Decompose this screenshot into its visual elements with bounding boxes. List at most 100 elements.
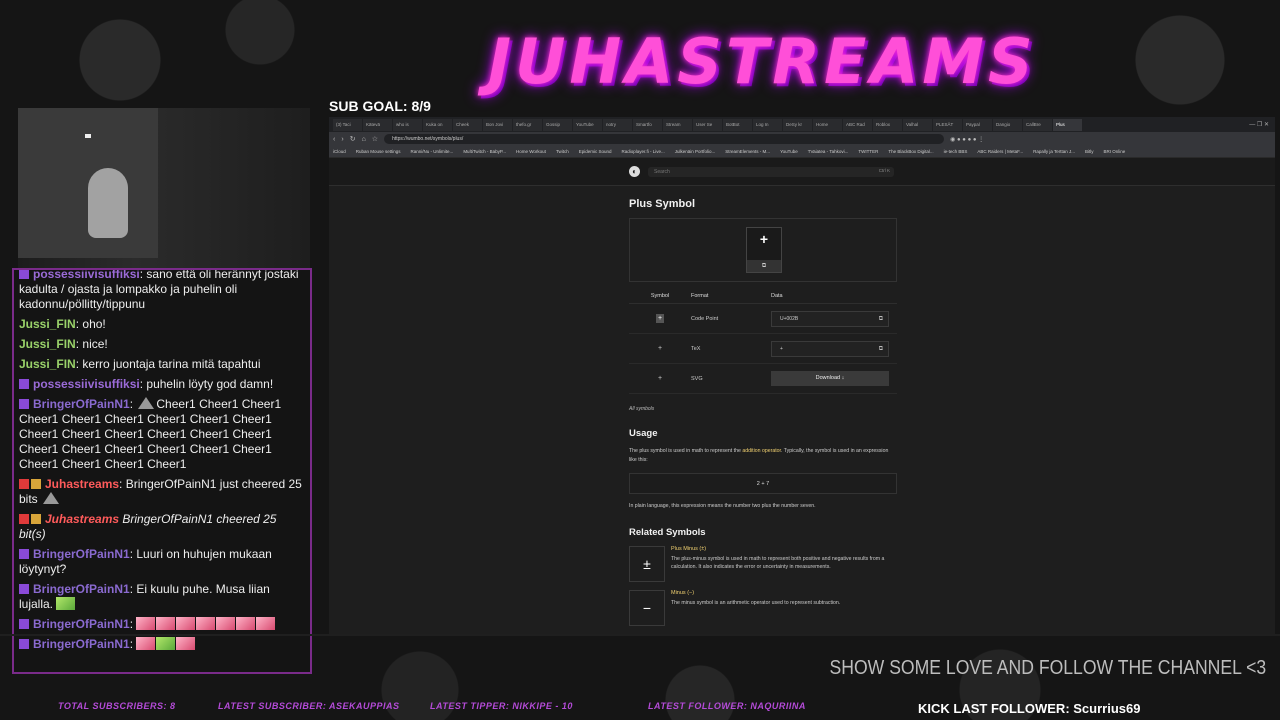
star-badge-icon (31, 514, 41, 524)
chat-username: possessiivisuffiksi (33, 268, 140, 281)
forward-arrow-icon[interactable]: › (341, 136, 343, 143)
browser-window: (3) Taci Kätevä who is Kuka on Cheek Bon… (329, 117, 1275, 635)
preview-symbol: + (759, 231, 769, 247)
chat-message: Juhastreams BringerOfPainN1 cheered 25 b… (19, 512, 306, 542)
bookmark-item[interactable]: Twitch (556, 149, 569, 154)
chat-username: Jussi_FIN (19, 337, 76, 351)
tex-field[interactable]: + ⧉ (771, 340, 889, 357)
related-symbol-desc: The minus symbol is an arithmetic operat… (671, 600, 841, 606)
related-symbol[interactable]: − Minus (−) The minus symbol is an arith… (629, 590, 897, 626)
browser-tab[interactable]: Roblox (873, 118, 902, 131)
browser-tab[interactable]: Smartfo (633, 118, 662, 131)
code-point-field[interactable]: U+002B ⧉ (771, 310, 889, 327)
browser-tab[interactable]: Gossip (543, 118, 572, 131)
browser-tab[interactable]: thefo.gr (513, 118, 542, 131)
url-input[interactable]: https://wumbo.net/symbols/plus/ (384, 134, 945, 144)
bookmark-item[interactable]: Ranni/Nu - Unlimite... (411, 149, 454, 154)
back-arrow-icon[interactable]: ‹ (333, 136, 335, 143)
bookmark-item[interactable]: TWITTER (858, 149, 878, 154)
bookmark-star-icon[interactable]: ☆ (372, 135, 378, 143)
bookmark-item[interactable]: Bitly (1085, 149, 1094, 154)
webcam-chair (88, 168, 128, 238)
extensions-icon[interactable]: ◉ ● ● ● ● ⋮ (950, 136, 984, 143)
browser-tab[interactable]: User Se (693, 118, 722, 131)
sub-badge-icon (19, 379, 29, 389)
related-symbol-name[interactable]: Plus Minus (±) (671, 546, 897, 552)
table-row: + TeX + ⧉ (629, 333, 897, 364)
copy-icon[interactable]: ⧉ (879, 342, 883, 357)
browser-tab[interactable]: Dangio (993, 118, 1022, 131)
browser-tab[interactable]: Log In (753, 118, 782, 131)
latest-subscriber-ticker: LATEST SUBSCRIBER: ASEKAUPPIAS (218, 701, 400, 711)
browser-tab[interactable]: notry (603, 118, 632, 131)
bookmark-item[interactable]: Radioplayer.fi - Live... (621, 149, 664, 154)
related-symbol-name[interactable]: Minus (−) (671, 590, 840, 596)
chat-username: Jussi_FIN (19, 357, 76, 371)
chat-message: Juhastreams: BringerOfPainN1 just cheere… (19, 477, 306, 507)
site-search-input[interactable]: Search Ctrl K (648, 166, 894, 177)
row-symbol: + (629, 363, 691, 394)
bookmark-item[interactable]: iCloud (333, 149, 346, 154)
emote-icon (236, 617, 256, 630)
bookmark-item[interactable]: Epidemic Sound (579, 149, 612, 154)
reload-icon[interactable]: ↻ (350, 135, 356, 143)
sub-badge-icon (19, 584, 29, 594)
browser-tab[interactable]: Cheek (453, 118, 482, 131)
bookmark-item[interactable]: MultiTwitch - BabyP... (463, 149, 506, 154)
browser-tab[interactable]: YouTube (573, 118, 602, 131)
bookmark-item[interactable]: ie-tech BBS (944, 149, 968, 154)
bookmarks-bar: iCloud Ruban Mouse settings Ranni/Nu - U… (329, 146, 1275, 158)
browser-tab-active[interactable]: Plus (1053, 118, 1082, 131)
kick-last-follower: KICK LAST FOLLOWER: Scurrius69 (918, 701, 1141, 716)
browser-tab[interactable]: Stream (663, 118, 692, 131)
bookmark-item[interactable]: ABC Raiders | MetaF... (977, 149, 1023, 154)
browser-tab[interactable]: Valhal (903, 118, 932, 131)
chat-message: BringerOfPainN1: (19, 617, 306, 632)
related-symbol-glyph[interactable]: ± (629, 546, 665, 582)
all-symbols-link[interactable]: All symbols (629, 406, 897, 412)
emote-icon (156, 637, 176, 650)
latest-follower-ticker: LATEST FOLLOWER: NAQURIINA (648, 701, 806, 711)
related-symbol-desc: The plus-minus symbol is used in math to… (671, 556, 885, 570)
bookmark-item[interactable]: Ruban Mouse settings (356, 149, 401, 154)
bookmark-item[interactable]: Home Workout (516, 149, 546, 154)
window-controls[interactable]: — ❐ ✕ (1249, 121, 1275, 128)
bookmark-item[interactable]: Julkenäin Portfolio... (675, 149, 716, 154)
site-logo-icon[interactable]: ◐ (629, 166, 640, 177)
symbol-preview: + ⧉ (629, 218, 897, 282)
browser-tab[interactable]: CallBre (1023, 118, 1052, 131)
bookmark-item[interactable]: TVaiatea - Tahkovi... (808, 149, 849, 154)
browser-tab[interactable]: PLESÄT (933, 118, 962, 131)
bookmark-item[interactable]: StreamElements - M... (725, 149, 770, 154)
browser-tab[interactable]: Bon Jovi (483, 118, 512, 131)
browser-tab[interactable]: Kätevä (363, 118, 392, 131)
chat-message: BringerOfPainN1: Ei kuulu puhe. Musa lii… (19, 582, 306, 612)
chat-text: kerro juontaja tarina mitä tapahtui (82, 357, 261, 371)
chat-message: Jussi_FIN: kerro juontaja tarina mitä ta… (19, 357, 306, 372)
browser-tab[interactable]: (3) Taci (333, 118, 362, 131)
emote-icon (56, 597, 76, 610)
copy-icon[interactable]: ⧉ (747, 260, 781, 272)
download-svg-button[interactable]: Download ↓ (771, 371, 889, 386)
browser-tab[interactable]: who is (393, 118, 422, 131)
browser-tab[interactable]: Home (813, 118, 842, 131)
bookmark-item[interactable]: The BlackBox Digital... (888, 149, 933, 154)
bookmark-item[interactable]: BRI Online (1104, 149, 1126, 154)
emote-icon (256, 617, 276, 630)
addition-operator-link[interactable]: addition operator (742, 448, 781, 454)
usage-text: The plus symbol is used in math to repre… (629, 448, 743, 454)
usage-paragraph: The plus symbol is used in math to repre… (629, 447, 897, 465)
bookmark-item[interactable]: YouTube (780, 149, 798, 154)
page-title: Plus Symbol (629, 198, 696, 210)
browser-tab[interactable]: Kuka on (423, 118, 452, 131)
browser-tab[interactable]: BotBot (723, 118, 752, 131)
copy-icon[interactable]: ⧉ (879, 312, 883, 327)
home-icon[interactable]: ⌂ (362, 136, 366, 143)
symbol-card: + ⧉ (746, 227, 782, 273)
related-symbol-glyph[interactable]: − (629, 590, 665, 626)
browser-tab[interactable]: DeSy kr (783, 118, 812, 131)
bookmark-item[interactable]: Rapally ja Terttan J... (1033, 149, 1075, 154)
browser-tab[interactable]: Paypal (963, 118, 992, 131)
related-symbol[interactable]: ± Plus Minus (±) The plus-minus symbol i… (629, 546, 897, 582)
browser-tab[interactable]: ABC Rad (843, 118, 872, 131)
